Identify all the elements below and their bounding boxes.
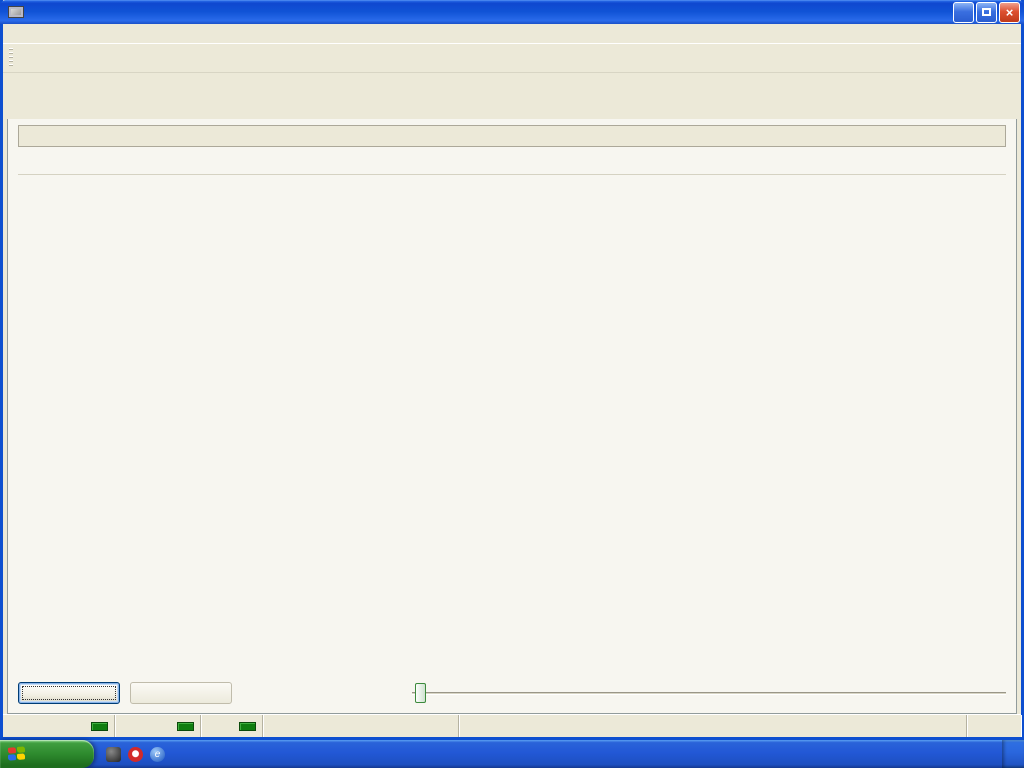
menu-bar xyxy=(3,24,1021,44)
port-status-led xyxy=(91,722,108,731)
quicklaunch-icon-3[interactable]: e xyxy=(150,747,165,762)
charts-grid xyxy=(18,179,1006,673)
interface-status-led xyxy=(177,722,194,731)
title-bar: _ × xyxy=(0,0,1024,24)
maximize-button[interactable] xyxy=(976,2,997,23)
quicklaunch-icon-2[interactable] xyxy=(128,747,143,762)
website-link[interactable] xyxy=(459,715,967,737)
windows-flag-icon xyxy=(8,746,26,763)
controls-row xyxy=(18,677,1006,709)
page-title xyxy=(18,125,1006,147)
quicklaunch-icon-1[interactable] xyxy=(106,747,121,762)
time-scroll-slider[interactable] xyxy=(412,681,1006,705)
main-toolbar xyxy=(3,44,1021,73)
ecu-status-led xyxy=(239,722,256,731)
tab-row-2 xyxy=(3,96,1021,119)
minimize-button[interactable]: _ xyxy=(953,2,974,23)
quick-launch: e xyxy=(94,747,180,762)
slider-thumb[interactable] xyxy=(415,683,426,703)
graph-page xyxy=(7,119,1017,714)
stop-button[interactable] xyxy=(130,682,232,704)
start-button[interactable] xyxy=(0,740,94,768)
status-bar xyxy=(3,714,1021,737)
system-tray xyxy=(1002,740,1024,768)
chart-toolbar xyxy=(18,147,1006,175)
toolbar-grip xyxy=(9,48,13,68)
slider-track xyxy=(412,692,1006,695)
tab-row-1 xyxy=(3,73,1021,96)
close-button[interactable]: × xyxy=(999,2,1020,23)
app-window: _ × xyxy=(0,0,1024,740)
taskbar: e xyxy=(0,740,1024,768)
read-button[interactable] xyxy=(18,682,120,704)
app-chip-icon xyxy=(8,6,24,18)
